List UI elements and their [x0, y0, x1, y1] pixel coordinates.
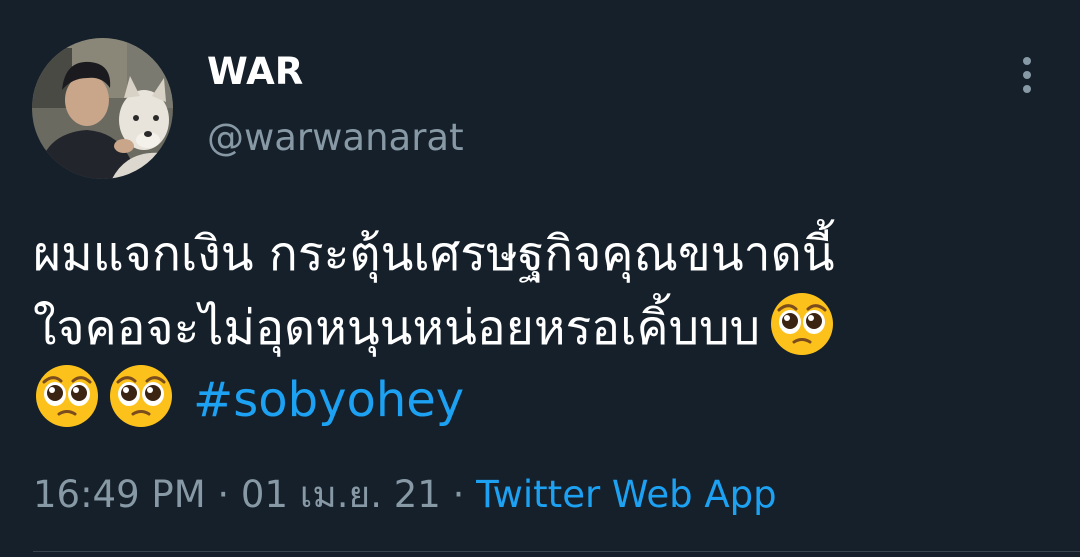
- more-vertical-icon: [1023, 57, 1031, 93]
- avatar[interactable]: [32, 38, 173, 179]
- hashtag-link[interactable]: #sobyohey: [193, 372, 464, 428]
- divider: [33, 551, 1080, 552]
- tweet-time[interactable]: 16:49 PM: [33, 473, 206, 516]
- meta-separator: ·: [440, 473, 477, 516]
- pleading-face-icon: [33, 362, 101, 430]
- more-options-button[interactable]: [1006, 52, 1048, 98]
- pleading-face-icon: [768, 290, 836, 358]
- tweet-text-line-1: ผมแจกเงิน กระตุ้นเศรษฐกิจคุณขนาดนี้: [33, 226, 835, 282]
- tweet-line: ผมแจกเงิน กระตุ้นเศรษฐกิจคุณขนาดนี้: [33, 218, 1053, 290]
- tweet-meta: 16:49 PM · 01 เม.ย. 21 · Twitter Web App: [33, 473, 777, 517]
- tweet-source-link[interactable]: Twitter Web App: [476, 473, 776, 516]
- meta-separator: ·: [205, 473, 241, 516]
- user-handle[interactable]: @warwanarat: [207, 116, 464, 160]
- tweet-card: WAR @warwanarat ผมแจกเงิน กระตุ้นเศรษฐกิ…: [0, 0, 1080, 557]
- display-name[interactable]: WAR: [207, 50, 303, 94]
- tweet-text: ผมแจกเงิน กระตุ้นเศรษฐกิจคุณขนาดนี้ ใจคอ…: [33, 218, 1053, 434]
- tweet-text-line-2: ใจคอจะไม่อุดหนุนหน่อยหรอเคิ้บบบ: [33, 300, 761, 356]
- pleading-face-icon: [107, 362, 175, 430]
- tweet-line: #sobyohey: [33, 362, 1053, 434]
- tweet-line: ใจคอจะไม่อุดหนุนหน่อยหรอเคิ้บบบ: [33, 290, 1053, 362]
- tweet-date[interactable]: 01 เม.ย. 21: [241, 473, 441, 516]
